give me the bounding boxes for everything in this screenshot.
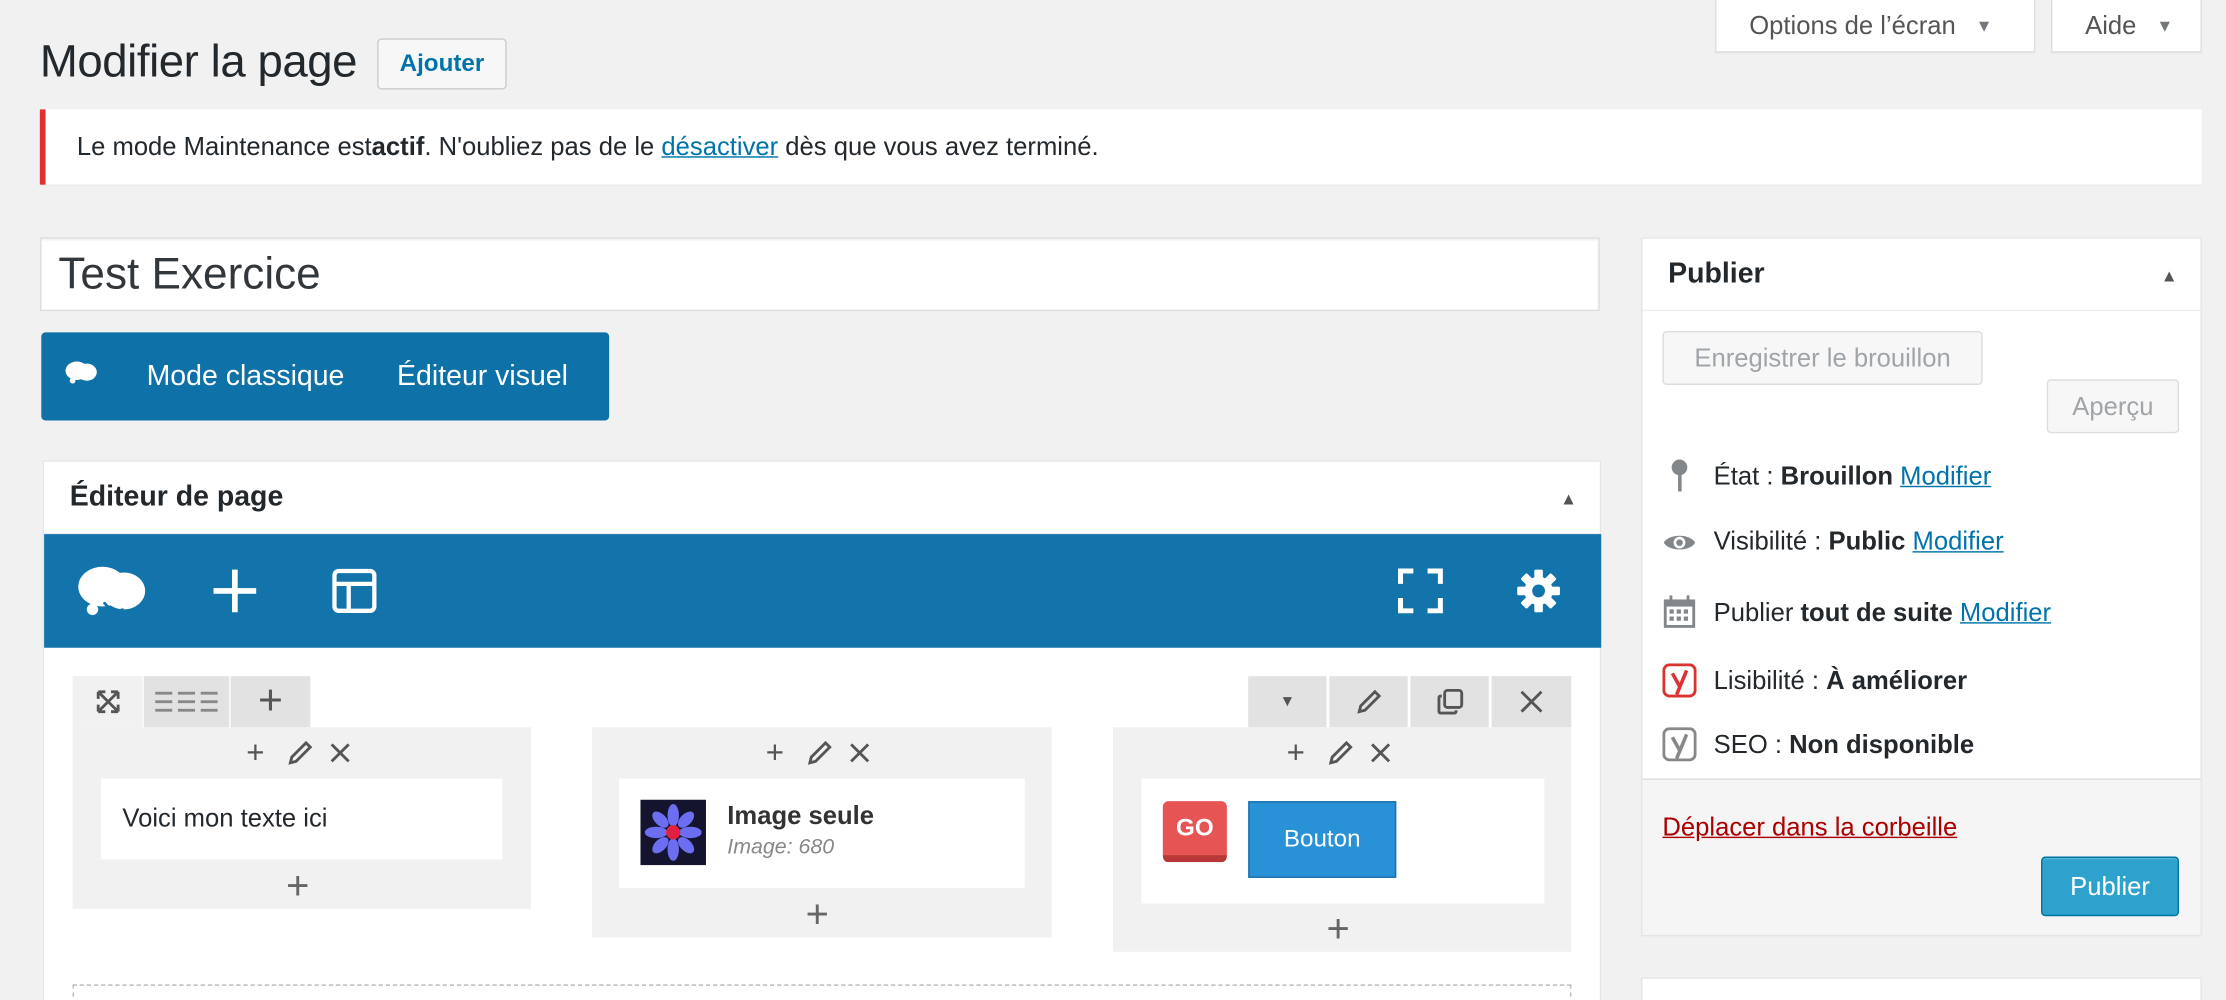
readability-row: Lisibilité : À améliorer — [1662, 663, 1968, 698]
status-label: État : — [1713, 460, 1774, 490]
row-edit-pencil-icon[interactable] — [1329, 676, 1408, 728]
column-delete-icon[interactable] — [848, 736, 871, 770]
schedule-modify-link[interactable]: Modifier — [1960, 597, 2051, 627]
layout-icon[interactable] — [326, 563, 383, 620]
schedule-value: tout de suite — [1800, 597, 1953, 626]
next-meta-box — [1641, 977, 2202, 1000]
save-draft-button[interactable]: Enregistrer le brouillon — [1662, 330, 1983, 385]
fullscreen-icon[interactable] — [1392, 563, 1449, 620]
notice-strong: actif — [371, 132, 425, 161]
post-title-input[interactable]: Test Exercice — [39, 237, 1600, 312]
eye-icon — [1662, 529, 1696, 555]
column-2: + Image seule Image: 680 + — [592, 727, 1052, 938]
image-widget-title: Image seule — [727, 801, 874, 830]
help-tab[interactable]: Aide ▼ — [2050, 0, 2202, 53]
page-builder-toolbar — [44, 534, 1602, 648]
button-widget[interactable]: GO Bouton — [1141, 778, 1545, 904]
page-title: Modifier la page — [39, 35, 358, 87]
visibility-modify-link[interactable]: Modifier — [1913, 527, 2004, 557]
status-modify-link[interactable]: Modifier — [1900, 461, 1991, 491]
caret-down-icon: ▼ — [1975, 15, 1993, 36]
add-widget-icon[interactable] — [206, 563, 263, 620]
builder-logo-icon — [64, 359, 101, 393]
column-edit-pencil-icon[interactable] — [806, 736, 834, 770]
notice-text-before: Le mode Maintenance est — [76, 132, 372, 161]
column-1: + Voici mon texte ici + — [72, 727, 531, 910]
post-title-value: Test Exercice — [58, 248, 321, 299]
column-3: + GO Bouton + — [1113, 727, 1572, 952]
page-editor-title: Éditeur de page — [69, 480, 284, 513]
row-resize-icon[interactable] — [72, 676, 143, 728]
text-widget-content: Voici mon texte ici — [122, 804, 328, 833]
classic-mode-button[interactable]: Mode classique — [147, 360, 345, 393]
row-delete-icon[interactable] — [1491, 676, 1572, 728]
column-delete-icon[interactable] — [329, 736, 352, 770]
button-preview: Bouton — [1248, 801, 1397, 878]
help-label: Aide — [2085, 10, 2137, 40]
maintenance-notice: Le mode Maintenance est actif . N'oublie… — [39, 109, 2202, 185]
column-add-widget-icon[interactable]: + — [286, 866, 309, 907]
column-add-widget-icon[interactable]: + — [1327, 908, 1350, 949]
image-widget-subtitle: Image: 680 — [727, 835, 835, 860]
settings-gear-icon[interactable] — [1510, 563, 1567, 620]
visibility-value: Public — [1828, 527, 1906, 556]
column-delete-icon[interactable] — [1369, 736, 1392, 770]
row-duplicate-icon[interactable] — [1410, 676, 1489, 728]
yoast-readability-icon — [1662, 663, 1697, 698]
collapse-icon[interactable]: ▲ — [1560, 489, 1577, 509]
column-add-icon[interactable]: + — [246, 734, 264, 770]
publish-button[interactable]: Publier — [2041, 856, 2180, 917]
seo-label: SEO : — [1713, 729, 1782, 758]
deactivate-link[interactable]: désactiver — [661, 132, 778, 162]
screen-options-label: Options de l’écran — [1749, 10, 1956, 40]
builder-mode-bar: Mode classique Éditeur visuel — [41, 332, 610, 421]
readability-label: Lisibilité : — [1713, 665, 1820, 694]
column-add-widget-icon[interactable]: + — [806, 894, 829, 935]
visibility-label: Visibilité : — [1713, 527, 1822, 556]
add-new-button[interactable]: Ajouter — [377, 38, 507, 90]
notice-text-after: dès que vous avez terminé. — [778, 132, 1099, 161]
collapse-icon[interactable]: ▲ — [2161, 266, 2178, 286]
go-badge: GO — [1162, 801, 1227, 863]
move-to-trash-link[interactable]: Déplacer dans la corbeille — [1662, 813, 1957, 843]
yoast-seo-icon — [1662, 727, 1697, 762]
row-add-icon[interactable]: + — [230, 676, 311, 728]
status-value: Brouillon — [1780, 460, 1894, 490]
caret-down-icon: ▼ — [2156, 15, 2174, 36]
row-drop-area[interactable] — [72, 984, 1572, 1000]
image-widget[interactable]: Image seule Image: 680 — [619, 778, 1025, 888]
notice-text-mid: . N'oubliez pas de le — [424, 132, 662, 161]
column-add-icon[interactable]: + — [1287, 734, 1305, 770]
visual-editor-button[interactable]: Éditeur visuel — [397, 360, 568, 393]
builder-logo-icon[interactable] — [73, 563, 153, 620]
readability-value: À améliorer — [1826, 665, 1968, 694]
schedule-row: Publier tout de suite Modifier — [1662, 595, 2051, 629]
column-edit-pencil-icon[interactable] — [1327, 736, 1355, 770]
row-columns-icon[interactable] — [143, 676, 230, 728]
row-dropdown-icon[interactable]: ▼ — [1248, 676, 1327, 728]
screen-options-tab[interactable]: Options de l’écran ▼ — [1715, 0, 2036, 53]
text-widget[interactable]: Voici mon texte ici — [101, 778, 503, 860]
column-add-icon[interactable]: + — [766, 734, 784, 770]
publish-title: Publier — [1668, 257, 1765, 290]
status-row: État : Brouillon Modifier — [1662, 459, 1991, 493]
page-editor-header[interactable]: Éditeur de page ▲ — [44, 462, 1600, 535]
schedule-label: Publier — [1713, 597, 1794, 626]
flower-thumbnail — [640, 799, 706, 866]
preview-button[interactable]: Aperçu — [2046, 379, 2180, 434]
pin-icon — [1662, 459, 1696, 493]
publish-header[interactable]: Publier ▲ — [1642, 239, 2201, 312]
visibility-row: Visibilité : Public Modifier — [1662, 527, 2004, 557]
seo-value: Non disponible — [1789, 729, 1975, 758]
column-edit-pencil-icon[interactable] — [286, 736, 314, 770]
seo-row: SEO : Non disponible — [1662, 727, 1975, 762]
calendar-icon — [1662, 595, 1696, 629]
